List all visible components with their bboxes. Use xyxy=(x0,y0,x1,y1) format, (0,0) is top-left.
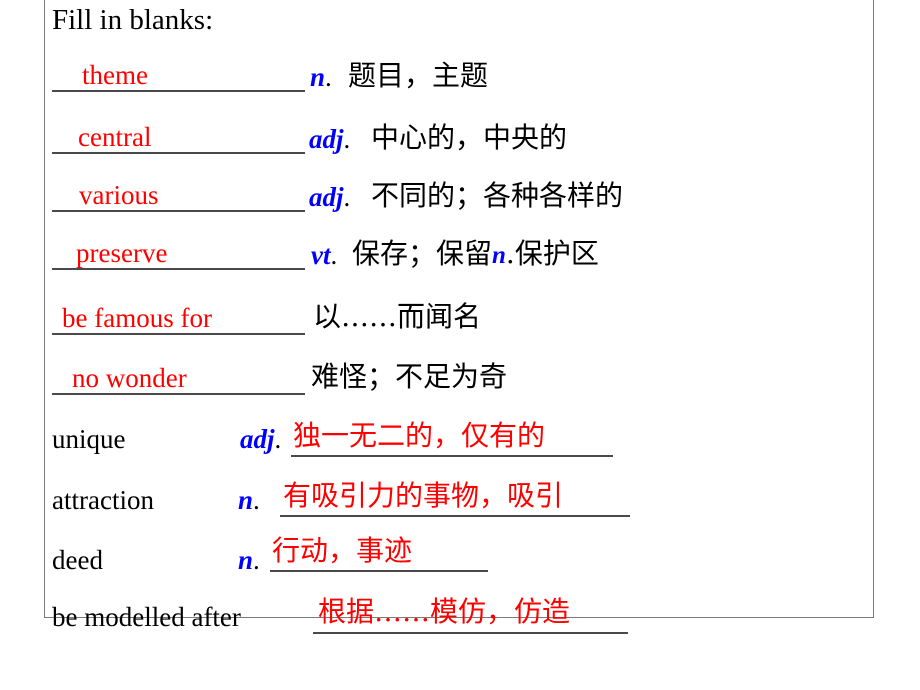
blank-line-theme[interactable] xyxy=(52,90,305,92)
answer-no-wonder[interactable]: no wonder xyxy=(72,365,187,392)
answer-preserve[interactable]: preserve xyxy=(76,240,167,267)
pos-unique-label: adj xyxy=(240,424,275,454)
pos-preserve: vt. xyxy=(311,240,338,270)
answer-be-famous-for[interactable]: be famous for xyxy=(62,305,212,332)
fill-row-be-modelled-after: be modelled after 根据……模仿，仿造 xyxy=(0,0,920,634)
answer-theme[interactable]: theme xyxy=(82,62,148,89)
slide-canvas: Fill in blanks: theme n. 题目，主题 central a… xyxy=(0,0,920,690)
pos-central: adj. xyxy=(309,124,351,154)
blank-line-various[interactable] xyxy=(52,210,305,212)
word-deed: deed xyxy=(52,545,103,575)
pos-various-label: adj xyxy=(309,182,344,212)
pos-attraction: n. xyxy=(238,485,260,515)
gloss-preserve: 保存；保留n.保护区 xyxy=(352,237,599,270)
word-unique: unique xyxy=(52,424,126,454)
pos-unique: adj. xyxy=(240,424,282,454)
pos-theme: n. xyxy=(310,62,332,92)
blank-line-no-wonder[interactable] xyxy=(52,393,305,395)
answer-deed[interactable]: 行动，事迹 xyxy=(272,537,412,565)
blank-line-be-modelled-after[interactable] xyxy=(313,632,628,634)
gloss-various: 不同的；各种各样的 xyxy=(371,179,624,212)
word-be-modelled-after: be modelled after xyxy=(52,602,241,632)
gloss-preserve-part1: 保存；保留 xyxy=(352,237,493,270)
answer-various[interactable]: various xyxy=(79,182,158,209)
blank-line-central[interactable] xyxy=(52,152,305,154)
pos-theme-label: n xyxy=(310,62,326,92)
blank-line-be-famous-for[interactable] xyxy=(52,333,305,335)
gloss-preserve-part2: 保护区 xyxy=(514,237,599,270)
answer-unique[interactable]: 独一无二的，仅有的 xyxy=(293,422,545,450)
gloss-theme: 题目，主题 xyxy=(348,59,489,92)
blank-line-unique[interactable] xyxy=(291,455,613,457)
word-attraction: attraction xyxy=(52,485,154,515)
pos-deed: n. xyxy=(238,545,260,575)
blank-line-attraction[interactable] xyxy=(280,515,630,517)
answer-be-modelled-after[interactable]: 根据……模仿，仿造 xyxy=(318,598,570,626)
blank-line-preserve[interactable] xyxy=(52,268,305,270)
pos-preserve-label: vt xyxy=(311,240,331,270)
pos-various: adj. xyxy=(309,182,351,212)
answer-attraction[interactable]: 有吸引力的事物，吸引 xyxy=(283,482,563,510)
pos-central-label: adj xyxy=(309,124,344,154)
blank-line-deed[interactable] xyxy=(270,570,488,572)
pos-preserve-secondary: n xyxy=(492,242,506,269)
pos-attraction-label: n xyxy=(238,485,254,515)
pos-deed-label: n xyxy=(238,545,254,575)
gloss-central: 中心的，中央的 xyxy=(371,121,568,154)
gloss-be-famous-for: 以……而闻名 xyxy=(313,300,482,333)
answer-central[interactable]: central xyxy=(78,124,151,151)
gloss-no-wonder: 难怪；不足为奇 xyxy=(311,360,508,393)
